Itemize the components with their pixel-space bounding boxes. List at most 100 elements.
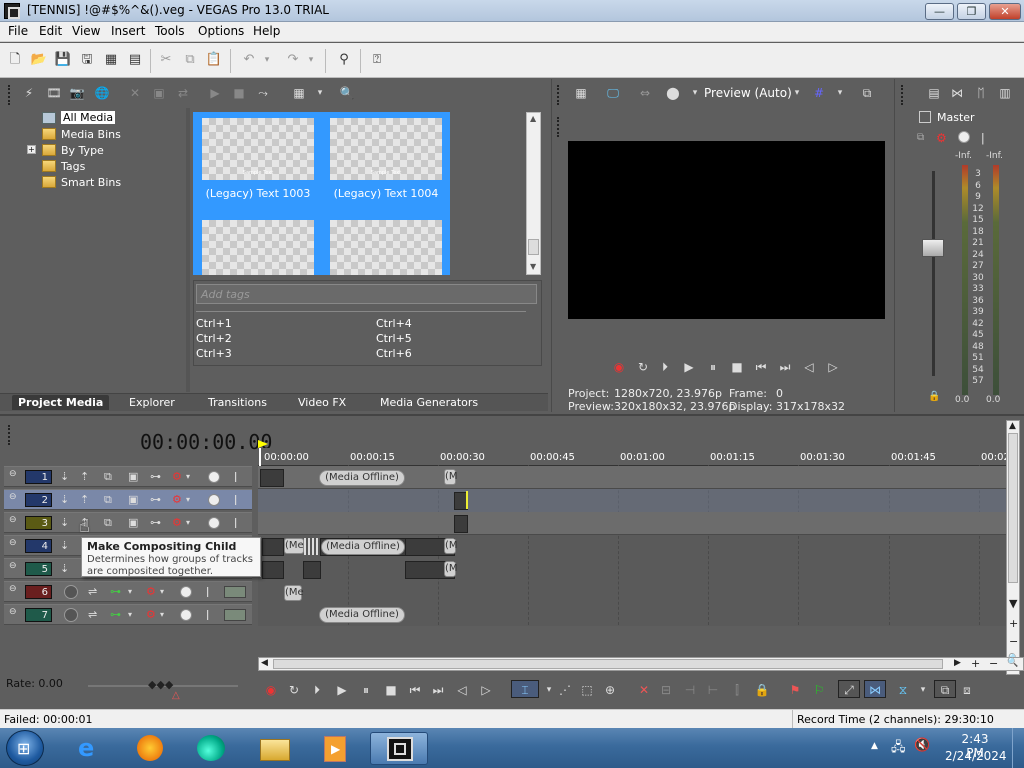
save-icon[interactable]: 💾 — [54, 51, 72, 69]
minimize-track-icon[interactable]: ⊖ — [9, 559, 17, 573]
track-motion-icon[interactable]: ⊶ — [150, 516, 161, 530]
parent-motion-icon[interactable]: ▣ — [128, 470, 138, 484]
make-compositing-child-icon[interactable]: ⇣ — [60, 470, 69, 484]
stop-icon[interactable]: ■ — [382, 681, 400, 699]
preview-mode-dropdown-icon[interactable]: ▾ — [788, 85, 806, 101]
master-mute-icon[interactable] — [958, 131, 970, 143]
minimize-track-icon[interactable]: ⊖ — [9, 582, 17, 596]
auto-preview-icon[interactable]: ⇄ — [174, 85, 192, 101]
lock-icon[interactable]: 🔒 — [753, 681, 771, 699]
record-icon[interactable]: ◉ — [611, 359, 627, 375]
tab-media-generators[interactable]: Media Generators — [380, 396, 478, 409]
arm-record-icon[interactable] — [64, 585, 78, 599]
panel-grip[interactable] — [8, 425, 11, 445]
master-fx-icon[interactable]: ⧉ — [917, 132, 924, 143]
mute-icon[interactable] — [180, 609, 192, 621]
show-desktop-button[interactable] — [1012, 728, 1024, 768]
parent-motion-icon[interactable]: ▣ — [128, 493, 138, 507]
previous-frame-icon[interactable]: ◁ — [453, 681, 471, 699]
splitter[interactable] — [186, 108, 190, 392]
redo-icon[interactable]: ↷ — [284, 51, 302, 69]
make-compositing-child-icon[interactable]: ⇣ — [60, 493, 69, 507]
snapping-icon[interactable]: ⋈ — [864, 680, 886, 698]
trim-icon[interactable]: ⊟ — [657, 681, 675, 699]
pause-icon[interactable]: ⏸ — [357, 681, 375, 699]
split-screen-icon[interactable]: ⇔ — [636, 85, 654, 101]
solo-icon[interactable]: ǀ — [234, 493, 237, 507]
stop-icon[interactable]: ■ — [729, 359, 745, 375]
maximize-button[interactable]: ❐ — [957, 3, 986, 20]
play-from-start-icon[interactable]: ⏵ — [308, 681, 326, 699]
gear-dropdown-icon[interactable]: ▾ — [160, 608, 164, 622]
stop-icon[interactable]: ■ — [230, 85, 248, 101]
timeline-event[interactable] — [303, 561, 321, 579]
menu-edit[interactable]: Edit — [39, 24, 62, 38]
go-to-start-icon[interactable]: ⏮ — [406, 681, 424, 699]
remove-media-icon[interactable]: ✕ — [126, 85, 144, 101]
downmix-icon[interactable]: ▥ — [996, 85, 1014, 101]
timeline-horizontal-scrollbar[interactable]: ◀ ▶ + − 🔍 — [258, 657, 1024, 671]
selection-tool-icon[interactable]: ⬚ — [578, 681, 596, 699]
file-explorer-taskbar-icon[interactable] — [250, 732, 300, 765]
solo-icon[interactable]: ǀ — [234, 470, 237, 484]
solo-icon[interactable]: ǀ — [206, 585, 209, 599]
split-icon[interactable]: ⫿ — [728, 681, 746, 699]
delete-icon[interactable]: ✕ — [635, 681, 653, 699]
track-fx-icon[interactable]: ⚙ — [172, 470, 182, 484]
copy-snapshot-icon[interactable]: ⧉ — [858, 85, 876, 101]
track-fx-icon[interactable]: ⊶ — [110, 608, 121, 622]
previous-frame-icon[interactable]: ◁ — [801, 359, 817, 375]
firefox-taskbar-icon[interactable] — [126, 732, 176, 765]
new-icon[interactable]: 🗋 — [6, 51, 24, 69]
properties-icon[interactable]: ▤ — [126, 51, 144, 69]
save-as-icon[interactable]: 🖫 — [78, 51, 96, 69]
lock-envelopes-icon[interactable]: ⧉ — [934, 680, 956, 698]
make-compositing-child-icon[interactable]: ⇣ — [60, 516, 69, 530]
whats-this-help-icon[interactable]: ⍰ — [368, 51, 386, 69]
get-photo-icon[interactable]: 📷 — [68, 85, 86, 101]
rate-thumb-icon[interactable]: ◆◆◆ — [148, 678, 173, 691]
vegas-pro-taskbar-icon[interactable] — [370, 732, 428, 765]
video-output-fx-icon[interactable]: ▦ — [572, 85, 590, 101]
go-to-end-icon[interactable]: ⏭ — [777, 359, 793, 375]
track-fx-icon[interactable]: ⚙ — [172, 493, 182, 507]
menu-options[interactable]: Options — [198, 24, 244, 38]
menu-tools[interactable]: Tools — [155, 24, 185, 38]
minimize-track-icon[interactable]: ⊖ — [9, 536, 17, 550]
preview-quality-icon[interactable]: ⬤ — [664, 85, 682, 101]
master-gear-icon[interactable]: ⚙ — [936, 131, 947, 145]
track-motion-icon[interactable]: ⊶ — [150, 493, 161, 507]
timeline-event[interactable] — [262, 538, 284, 556]
invert-phase-icon[interactable]: ⇌ — [88, 608, 97, 622]
track-motion-icon[interactable]: ⊶ — [150, 470, 161, 484]
render-icon[interactable]: ▦ — [102, 51, 120, 69]
cut-icon[interactable]: ✂ — [157, 51, 175, 69]
normal-edit-tool-icon[interactable]: ⌶ — [511, 680, 539, 698]
internet-explorer-taskbar-icon[interactable]: e — [66, 732, 116, 765]
parent-motion-icon[interactable]: ▣ — [128, 516, 138, 530]
crossfade-dropdown-icon[interactable]: ▾ — [914, 681, 932, 699]
timeline-vertical-scrollbar[interactable]: ▲ ▼ + − 🔍 — [1006, 420, 1020, 675]
preview-mode-select[interactable]: Preview (Auto) — [704, 86, 792, 100]
media-offline-event[interactable]: (Me — [284, 538, 304, 554]
media-player-taskbar-icon[interactable]: ▶ — [310, 732, 360, 765]
show-hidden-icons-icon[interactable]: ▲ — [871, 741, 878, 751]
tab-transitions[interactable]: Transitions — [208, 396, 267, 409]
pause-icon[interactable]: ⏸ — [705, 359, 721, 375]
search-media-icon[interactable]: 🔍 — [338, 85, 356, 101]
make-compositing-parent-icon[interactable]: ⇡ — [80, 470, 89, 484]
mute-icon[interactable] — [208, 517, 220, 529]
media-thumbnail[interactable] — [202, 220, 314, 275]
arm-record-icon[interactable] — [64, 608, 78, 622]
next-frame-icon[interactable]: ▷ — [825, 359, 841, 375]
clock-date[interactable]: 2/24/2024 — [945, 749, 1007, 763]
gear-dropdown-icon[interactable]: ▾ — [160, 585, 164, 599]
open-icon[interactable]: 📂 — [30, 51, 48, 69]
auto-play-icon[interactable]: ⤳ — [254, 85, 272, 101]
volume-muted-icon[interactable]: 🔇 — [914, 738, 930, 753]
overlays-dropdown-icon[interactable]: ▾ — [831, 85, 849, 101]
loop-playback-icon[interactable]: ↻ — [285, 681, 303, 699]
paste-icon[interactable]: 📋 — [205, 51, 223, 69]
playhead[interactable] — [259, 448, 261, 466]
panel-grip[interactable] — [557, 117, 560, 137]
